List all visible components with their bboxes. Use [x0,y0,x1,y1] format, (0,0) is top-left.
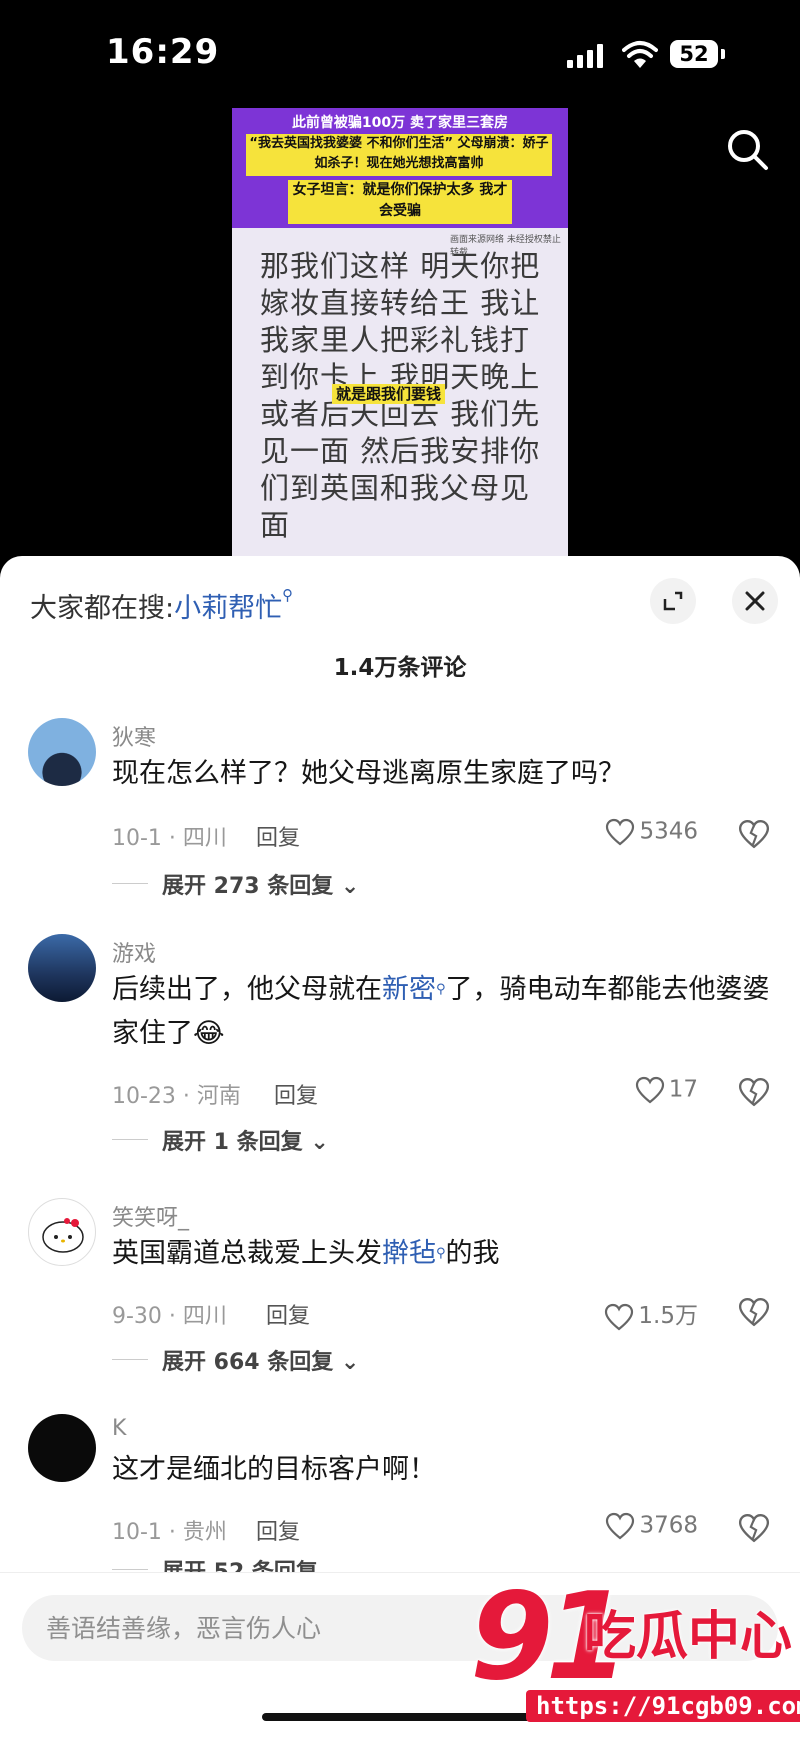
like-count: 17 [668,1076,698,1103]
like-count: 5346 [639,818,698,845]
search-small-icon: ⚲ [436,982,446,997]
divider [112,1569,148,1570]
broken-heart-icon[interactable] [738,818,770,850]
banner-line1: 此前曾被骗100万 卖了家里三套房 [291,115,509,131]
comment-text: 英国霸道总裁爱上头发擀毡⚲的我 [112,1232,772,1276]
expand-button[interactable] [650,578,696,624]
heart-icon [606,818,635,846]
avatar[interactable] [28,1198,96,1266]
expand-replies[interactable]: 展开 273 条回复 ⌄ [162,868,359,900]
watermark-url: https://91cgb09.com [526,1690,800,1722]
wifi-icon [622,41,658,68]
search-small-icon: ⚲ [282,586,294,604]
site-watermark: 91 吃瓜中心 https://91cgb09.com [466,1568,800,1736]
comment-item: 游戏 后续出了，他父母就在新密⚲了，骑电动车都能去他婆婆家住了😂 10-23 ·… [0,934,800,1174]
video-banner: 此前曾被骗100万 卖了家里三套房 “我去英国找我婆婆 不和你们生活” 父母崩溃… [232,108,568,228]
comment-username[interactable]: 游戏 [112,936,156,968]
avatar[interactable] [28,718,96,786]
comment-text-part: 英国霸道总裁爱上头发 [112,1238,382,1269]
comment-meta: 10-23 · 河南 [112,1084,241,1109]
comment-text: 现在怎么样了？她父母逃离原生家庭了吗？ [112,758,625,789]
comment-username[interactable]: 狄寒 [112,720,156,752]
like-button[interactable]: 1.5万 [604,1296,698,1331]
avatar[interactable] [28,934,96,1002]
comment-text-part: 的我 [445,1238,500,1269]
like-button[interactable]: 3768 [605,1512,698,1540]
divider [112,1139,148,1140]
video-frame[interactable]: 此前曾被骗100万 卖了家里三套房 “我去英国找我婆婆 不和你们生活” 父母崩溃… [232,108,568,558]
banner-line3: 女子坦言：就是你们保护太多 我才会受骗 [288,180,512,224]
broken-heart-icon[interactable] [738,1296,770,1328]
divider [112,1359,148,1360]
expand-replies-label: 展开 664 条回复 [162,1350,334,1375]
chevron-down-icon: ⌄ [310,1130,329,1155]
signal-icon [567,44,603,68]
chevron-down-icon: ⌄ [340,1350,360,1375]
hello-kitty-avatar-icon [42,1218,84,1253]
comment-text: 这才是缅北的目标客户啊！ [112,1454,436,1485]
heart-icon [606,1512,635,1540]
hot-search[interactable]: 大家都在搜:小莉帮忙⚲ [30,586,293,625]
comment-count: 1.4万条评论 [333,655,467,681]
like-count: 3768 [639,1512,698,1539]
reply-button[interactable]: 回复 [256,1514,300,1546]
chevron-down-icon: ⌄ [340,874,360,899]
search-icon[interactable] [724,126,772,174]
comment-input-placeholder: 善语结善缘，恶言伤人心 [46,1614,322,1643]
heart-icon [605,1303,634,1330]
like-count: 1.5万 [638,1303,698,1329]
like-button[interactable]: 5346 [605,818,698,846]
status-time: 16:29 [106,32,220,72]
expand-replies-label: 展开 273 条回复 [162,874,334,899]
comment-text-part: 后续出了，他父母就在 [112,974,382,1005]
expand-replies-label: 展开 1 条回复 [162,1130,303,1155]
expand-replies[interactable]: 展开 1 条回复 ⌄ [162,1124,329,1156]
hot-search-prefix: 大家都在搜: [30,593,175,624]
broken-heart-icon[interactable] [738,1512,770,1544]
expand-icon [663,591,683,611]
like-button[interactable]: 17 [635,1076,698,1104]
hot-search-keyword[interactable]: 小莉帮忙 [174,593,282,624]
comment-search-link[interactable]: 新密 [382,974,436,1005]
comment-username[interactable]: 笑笑呀_ [112,1200,189,1232]
comment-search-link[interactable]: 擀毡 [382,1238,436,1269]
status-bar: 16:29 52 [0,0,800,110]
comment-text: 后续出了，他父母就在新密⚲了，骑电动车都能去他婆婆家住了😂 [112,968,772,1056]
close-icon [745,591,765,611]
heart-icon [635,1076,664,1104]
battery-tip [721,49,725,59]
search-small-icon: ⚲ [436,1246,446,1261]
comment-item: 狄寒 现在怎么样了？她父母逃离原生家庭了吗？ 10-1 · 四川 回复 5346… [0,718,800,928]
comments-sheet: 大家都在搜:小莉帮忙⚲ 1.4万条评论 狄寒 现在怎么样了？她父母逃离原生家庭了… [0,556,800,1736]
battery-icon: 52 [670,40,718,68]
broken-heart-icon[interactable] [738,1076,770,1108]
comment-meta: 10-1 · 四川 [112,826,227,851]
close-button[interactable] [732,578,778,624]
reply-button[interactable]: 回复 [274,1078,318,1110]
reply-button[interactable]: 回复 [266,1298,310,1330]
reply-button[interactable]: 回复 [256,820,300,852]
comment-username[interactable]: K [112,1416,126,1441]
avatar[interactable] [28,1414,96,1482]
comment-meta: 10-1 · 贵州 [112,1520,227,1545]
banner-line2: “我去英国找我婆婆 不和你们生活” 父母崩溃：娇子如杀子！现在她光想找高富帅 [246,134,552,176]
comment-meta: 9-30 · 四川 [112,1304,227,1329]
watermark-text: 吃瓜中心 [584,1607,793,1667]
expand-replies[interactable]: 展开 664 条回复 ⌄ [162,1344,359,1376]
comment-item: 笑笑呀_ 英国霸道总裁爱上头发擀毡⚲的我 9-30 · 四川 回复 1.5万 展… [0,1198,800,1408]
divider [112,883,148,884]
video-subtitle: 就是跟我们要钱 [332,384,446,404]
